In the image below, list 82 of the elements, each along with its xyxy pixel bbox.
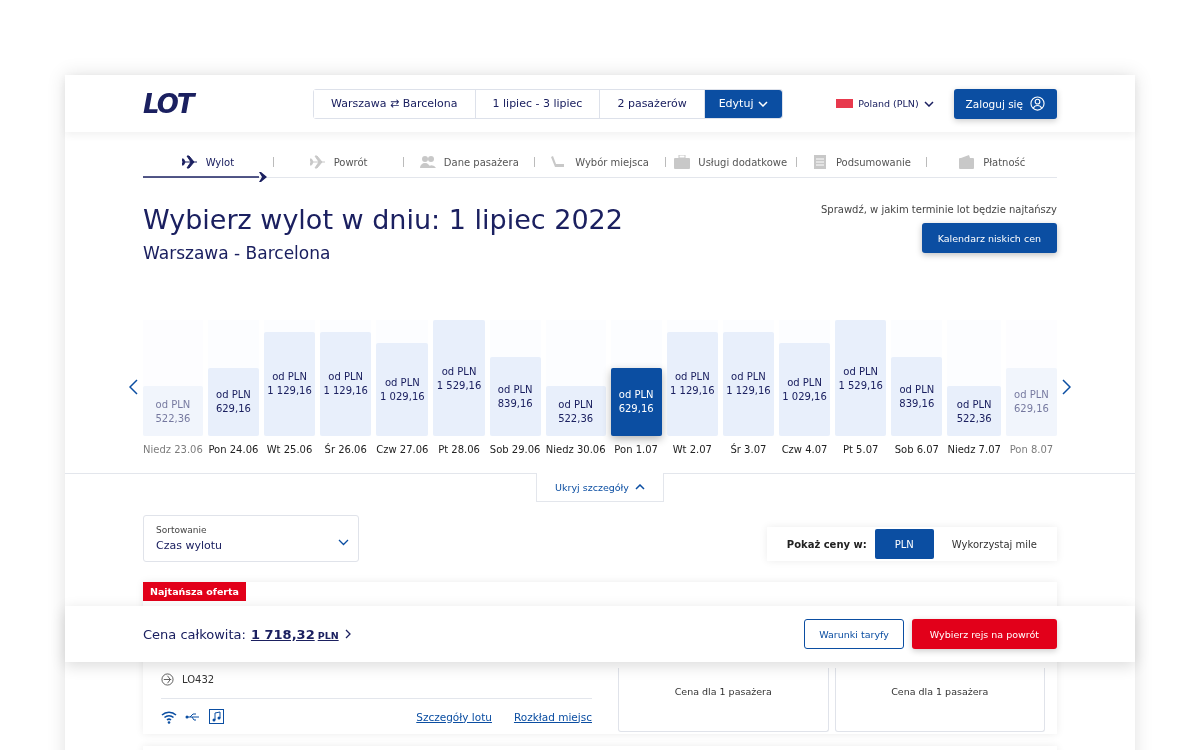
calendar-hint: Sprawdź, w jakim terminie lot będzie najtańszy <box>821 204 1057 215</box>
currency-label: Pokaż ceny w: <box>785 538 868 550</box>
music-icon <box>209 709 224 724</box>
price-bar[interactable]: od PLN 1 029,16 <box>779 343 831 436</box>
total-label: Cena całkowita: <box>143 626 246 642</box>
hide-details-button[interactable]: Ukryj szczegóły <box>536 473 664 502</box>
caret-icon <box>758 100 769 107</box>
people-icon <box>419 155 436 169</box>
currency-option[interactable]: PLN <box>874 529 934 559</box>
route-button[interactable]: Warszawa ⇄ Barcelona <box>314 89 476 118</box>
price-bar[interactable]: od PLN 1 529,16 <box>433 320 485 436</box>
step-tab[interactable]: Dane pasażera <box>404 149 535 175</box>
price-bar[interactable]: od PLN 629,16 <box>610 367 662 436</box>
price-bar[interactable]: od PLN 629,16 <box>207 367 259 436</box>
route-text: Warszawa - Barcelona <box>143 243 332 263</box>
price-bar[interactable]: od PLN 1 129,16 <box>320 331 372 436</box>
plane-icon <box>181 155 198 169</box>
usb-icon <box>185 711 201 722</box>
calendar-button[interactable]: Kalendarz niskich cen <box>921 223 1057 253</box>
wifi-icon <box>161 709 177 724</box>
price-bar[interactable]: od PLN 1 129,16 <box>263 331 316 436</box>
date-label: Sob 6.07 <box>894 444 939 455</box>
step-tab[interactable]: Podsumowanie <box>796 149 927 175</box>
total-price-link[interactable]: 1 718,32 PLN <box>250 626 339 642</box>
price-bar[interactable]: od PLN 1 529,16 <box>835 320 887 436</box>
plane-icon <box>309 155 326 169</box>
wallet-icon <box>959 155 976 169</box>
page-title: Wybierz wylot w dniu: 1 lipiec 2022 <box>143 204 623 235</box>
step-tab[interactable]: Powrót <box>273 149 404 175</box>
document-icon <box>811 155 828 169</box>
date-label: Wt 2.07 <box>672 444 712 455</box>
logo[interactable]: LOT <box>143 88 313 119</box>
flag-icon <box>836 99 854 108</box>
sort-dropdown[interactable]: Sortowanie Czas wylotu <box>143 515 359 562</box>
price-bar[interactable]: od PLN 1 129,16 <box>722 331 774 436</box>
price-bar[interactable]: od PLN 629,16 <box>1005 367 1057 436</box>
fare-note: Cena dla 1 pasażera <box>674 686 772 697</box>
caret-icon <box>338 539 349 546</box>
fare-terms-button[interactable]: Warunki taryfy <box>804 619 904 649</box>
date-label: Pon 1.07 <box>614 444 658 455</box>
edit-button[interactable]: Edytuj <box>704 89 783 118</box>
date-label: Niedz 30.06 <box>545 444 606 455</box>
step-tab[interactable]: Wybór miejsca <box>535 149 665 175</box>
chevron-right-icon <box>1062 379 1071 395</box>
select-return-button[interactable]: Wybierz rejs na powrót <box>911 619 1057 649</box>
date-label: Śr 3.07 <box>730 444 767 455</box>
country-selector[interactable]: Poland (PLN) <box>830 97 940 110</box>
date-label: Pt 5.07 <box>843 444 879 455</box>
details-link[interactable]: Rozkład miejsc <box>513 710 592 723</box>
suitcase-icon <box>674 155 691 169</box>
price-bar[interactable]: od PLN 1 029,16 <box>376 343 429 436</box>
date-label: Pt 28.06 <box>438 444 480 455</box>
user-icon <box>1030 96 1045 111</box>
date-label: Śr 26.06 <box>324 444 367 455</box>
caret-icon <box>923 100 934 107</box>
price-bar[interactable]: od PLN 522,36 <box>545 386 606 436</box>
date-label: Pon 8.07 <box>1009 444 1054 455</box>
date-label: Pon 24.06 <box>208 444 259 455</box>
date-label: Czw 4.07 <box>781 444 828 455</box>
fare-card[interactable]: Cena dla 1 pasażera <box>834 668 1045 732</box>
details-link[interactable]: Szczegóły lotu <box>416 710 492 723</box>
price-bar[interactable]: od PLN 839,16 <box>489 357 541 436</box>
date-label: Sob 29.06 <box>489 444 541 455</box>
date-label: Czw 27.06 <box>376 444 429 455</box>
date-label: Niedz 7.07 <box>947 444 1001 455</box>
price-bar[interactable]: od PLN 522,36 <box>947 386 1001 436</box>
date-label: Niedz 23.06 <box>143 444 203 455</box>
fare-card[interactable]: Cena dla 1 pasażera <box>618 668 829 732</box>
price-bar[interactable]: od PLN 839,16 <box>891 357 943 436</box>
fare-note: Cena dla 1 pasażera <box>891 686 989 697</box>
price-bar[interactable]: od PLN 1 129,16 <box>666 331 718 436</box>
step-tab[interactable]: Usługi dodatkowe <box>665 149 796 175</box>
chevron-right-icon <box>344 629 351 639</box>
step-tab[interactable]: Wylot <box>143 149 273 175</box>
offer-badge: Najtańsza oferta <box>143 582 246 601</box>
date-label: Wt 25.06 <box>266 444 313 455</box>
login-button[interactable]: Zaloguj się <box>953 88 1057 119</box>
flight-number: LO432 <box>182 674 215 685</box>
step-tab[interactable]: Płatność <box>927 149 1058 175</box>
caret-up-icon <box>634 484 645 490</box>
price-bar[interactable]: od PLN 522,36 <box>143 386 203 436</box>
chevron-left-icon <box>129 379 138 395</box>
